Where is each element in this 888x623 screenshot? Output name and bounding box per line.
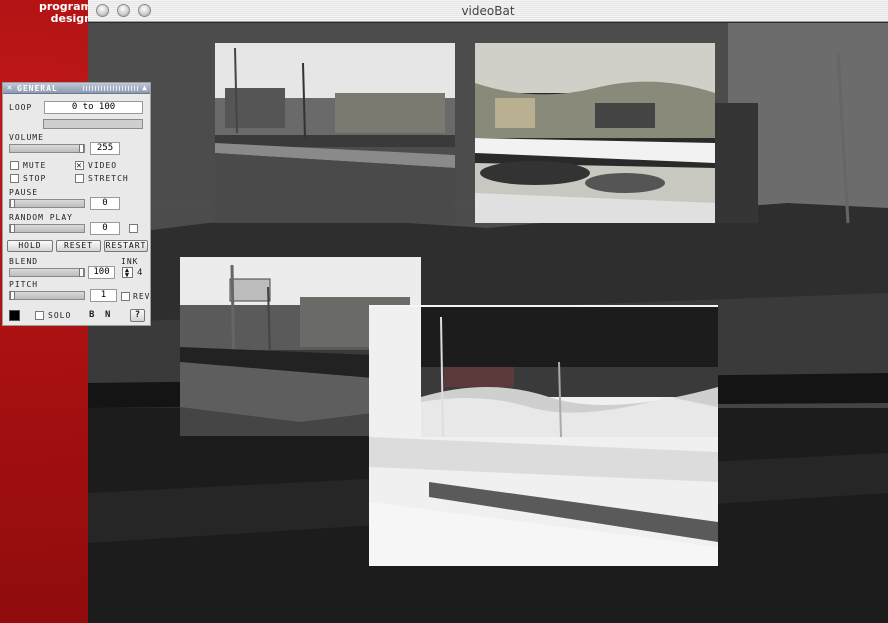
videobat-window: videoBat — [88, 0, 888, 623]
loop-range-bar[interactable] — [43, 119, 143, 129]
ink-label: INK — [121, 257, 139, 266]
solo-label: SOLO — [48, 311, 72, 320]
pitch-slider-knob[interactable] — [10, 291, 15, 300]
stop-label: STOP — [23, 174, 47, 183]
blend-slider-knob[interactable] — [79, 268, 84, 277]
volume-slider-knob[interactable] — [79, 144, 84, 153]
desktop-text: program design — [38, 1, 92, 25]
panel-title: GENERAL — [17, 84, 58, 93]
video-label: VIDEO — [88, 161, 118, 170]
solo-checkbox[interactable] — [35, 311, 44, 320]
random-play-label: RANDOM PLAY — [9, 213, 73, 222]
restart-button[interactable]: RESTART — [104, 240, 148, 252]
random-play-field[interactable]: 0 — [90, 222, 120, 235]
n-toggle[interactable]: N — [105, 310, 111, 320]
blend-label: BLEND — [9, 257, 39, 266]
stretch-checkbox[interactable] — [75, 174, 84, 183]
blend-field[interactable]: 100 — [88, 266, 115, 279]
color-swatch[interactable] — [9, 310, 20, 321]
stretch-label: STRETCH — [88, 174, 129, 183]
collapse-triangle-icon[interactable]: ▲ — [142, 83, 148, 92]
loop-label: LOOP — [9, 103, 33, 112]
close-icon[interactable]: ✕ — [5, 83, 15, 93]
b-toggle[interactable]: B — [89, 310, 95, 320]
window-title: videoBat — [461, 4, 515, 18]
reset-button[interactable]: RESET — [56, 240, 101, 252]
rev-label: REV — [133, 292, 151, 301]
video-clip-1[interactable] — [215, 43, 455, 223]
random-play-checkbox[interactable] — [129, 224, 138, 233]
mute-label: MUTE — [23, 161, 47, 170]
volume-label: VOLUME — [9, 133, 44, 142]
window-titlebar[interactable]: videoBat — [88, 0, 888, 22]
volume-slider[interactable] — [9, 144, 85, 153]
help-button[interactable]: ? — [130, 309, 145, 322]
video-clip-4[interactable] — [369, 305, 718, 566]
ink-stepper-icon[interactable]: ▲ ▼ — [122, 267, 133, 279]
pitch-slider[interactable] — [9, 291, 85, 300]
loop-field[interactable]: 0 to 100 — [44, 101, 143, 114]
hold-button[interactable]: HOLD — [7, 240, 53, 252]
video-checkbox[interactable]: ✕ — [75, 161, 84, 171]
volume-field[interactable]: 255 — [90, 142, 120, 155]
random-play-slider[interactable] — [9, 224, 85, 233]
pause-slider-knob[interactable] — [10, 199, 15, 208]
drag-grip-icon[interactable] — [83, 86, 139, 91]
blend-slider[interactable] — [9, 268, 85, 277]
pause-label: PAUSE — [9, 188, 39, 197]
desktop-text-line2: design — [50, 12, 92, 25]
pitch-label: PITCH — [9, 280, 39, 289]
panel-header[interactable]: ✕ GENERAL ▲ — [3, 83, 150, 94]
stop-checkbox[interactable] — [10, 174, 19, 183]
mute-checkbox[interactable] — [10, 161, 19, 170]
pitch-field[interactable]: 1 — [90, 289, 117, 302]
pause-slider[interactable] — [9, 199, 85, 208]
pause-field[interactable]: 0 — [90, 197, 120, 210]
general-panel: ✕ GENERAL ▲ LOOP 0 to 100 VOLUME 255 MUT… — [2, 82, 151, 326]
ink-value: 4 — [137, 268, 144, 278]
video-clip-2[interactable] — [475, 43, 715, 223]
rev-checkbox[interactable] — [121, 292, 130, 301]
random-play-slider-knob[interactable] — [10, 224, 15, 233]
